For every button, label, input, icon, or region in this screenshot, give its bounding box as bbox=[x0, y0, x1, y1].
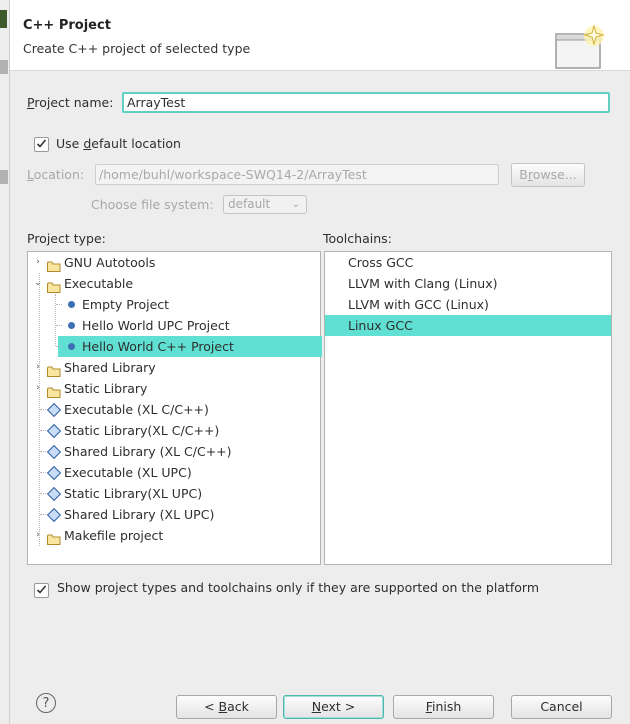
project-type-label: Project type: bbox=[27, 231, 106, 246]
project-type-item-label: Shared Library (XL C/C++) bbox=[64, 444, 232, 459]
toolchain-item[interactable]: LLVM with GCC (Linux) bbox=[325, 294, 611, 315]
project-type-item-label: Makefile project bbox=[64, 528, 164, 543]
project-type-item[interactable]: Empty Project bbox=[56, 294, 322, 315]
project-type-item-label: Shared Library bbox=[64, 360, 156, 375]
show-supported-checkbox[interactable] bbox=[34, 583, 49, 598]
project-template-icon bbox=[68, 322, 75, 329]
toolchain-item[interactable]: LLVM with Clang (Linux) bbox=[325, 273, 611, 294]
location-label: Location: bbox=[27, 167, 85, 182]
location-input[interactable]: /home/buhl/workspace-SWQ14-2/ArrayTest bbox=[95, 164, 499, 185]
project-type-item-label: Empty Project bbox=[82, 297, 170, 312]
project-type-item-label: Static Library bbox=[64, 381, 148, 396]
wizard-title: C++ Project bbox=[23, 18, 111, 33]
project-type-item-label: GNU Autotools bbox=[64, 255, 156, 270]
toolchains-label: Toolchains: bbox=[323, 231, 392, 246]
project-type-item[interactable]: Shared Library (XL C/C++) bbox=[28, 441, 320, 462]
tree-guide-line bbox=[56, 346, 62, 347]
cancel-button[interactable]: Cancel bbox=[511, 695, 612, 719]
browse-button[interactable]: Browse... bbox=[511, 163, 585, 187]
folder-icon bbox=[47, 530, 61, 551]
tree-guide-line bbox=[56, 304, 62, 305]
expand-down-icon[interactable]: ⌄ bbox=[34, 273, 42, 294]
use-default-location-checkbox[interactable] bbox=[34, 137, 49, 152]
toolchains-list[interactable]: Cross GCC LLVM with Clang (Linux) LLVM wit… bbox=[324, 251, 612, 565]
background-window-edge bbox=[0, 0, 10, 724]
new-project-wizard-icon bbox=[555, 24, 605, 69]
tree-guide-line bbox=[55, 294, 56, 346]
next-button[interactable]: Next > bbox=[283, 695, 384, 719]
checkmark-icon bbox=[36, 585, 47, 594]
project-type-item[interactable]: › GNU Autotools bbox=[28, 252, 320, 273]
toolchain-item[interactable]: Linux GCC bbox=[325, 315, 611, 336]
toolchain-item-label: Linux GCC bbox=[348, 318, 413, 333]
chevron-down-icon: ⌄ bbox=[291, 199, 300, 210]
tree-guide-line bbox=[56, 325, 62, 326]
xl-project-icon bbox=[46, 444, 62, 460]
project-type-item-label: Hello World UPC Project bbox=[82, 318, 230, 333]
project-type-item[interactable]: Shared Library (XL UPC) bbox=[28, 504, 320, 525]
project-type-item-label: Executable (XL C/C++) bbox=[64, 402, 209, 417]
project-type-item[interactable]: › Static Library bbox=[28, 378, 320, 399]
xl-project-icon bbox=[46, 402, 62, 418]
wizard-subtitle: Create C++ project of selected type bbox=[23, 41, 251, 56]
expand-right-icon[interactable]: › bbox=[34, 378, 42, 399]
toolchain-item[interactable]: Cross GCC bbox=[325, 252, 611, 273]
project-name-label: Project name: bbox=[27, 95, 114, 110]
help-icon[interactable]: ? bbox=[36, 693, 56, 713]
project-type-item[interactable]: Hello World C++ Project bbox=[56, 336, 322, 357]
project-type-item[interactable]: Static Library(XL C/C++) bbox=[28, 420, 320, 441]
file-system-select[interactable]: default ⌄ bbox=[223, 195, 307, 214]
file-system-value: default bbox=[228, 197, 271, 211]
project-type-item[interactable]: Executable (XL C/C++) bbox=[28, 399, 320, 420]
xl-project-icon bbox=[46, 465, 62, 481]
project-type-item-label: Hello World C++ Project bbox=[82, 339, 234, 354]
wizard-content: Project name: ArrayTest Use default loca… bbox=[10, 71, 630, 724]
project-type-item[interactable]: › Makefile project bbox=[28, 525, 320, 546]
expand-right-icon[interactable]: › bbox=[34, 357, 42, 378]
xl-project-icon bbox=[46, 507, 62, 523]
toolchain-item-label: LLVM with Clang (Linux) bbox=[348, 276, 498, 291]
expand-right-icon[interactable]: › bbox=[34, 525, 42, 546]
show-supported-label: Show project types and toolchains only i… bbox=[57, 580, 540, 595]
project-name-input[interactable]: ArrayTest bbox=[122, 92, 610, 113]
expand-right-icon[interactable]: › bbox=[34, 252, 42, 273]
xl-project-icon bbox=[46, 423, 62, 439]
wizard-header: C++ Project Create C++ project of select… bbox=[10, 4, 630, 71]
project-template-icon bbox=[68, 301, 75, 308]
file-system-label: Choose file system: bbox=[91, 197, 214, 212]
finish-button[interactable]: Finish bbox=[393, 695, 494, 719]
project-type-item-label: Shared Library (XL UPC) bbox=[64, 507, 215, 522]
use-default-location-label: Use default location bbox=[56, 136, 181, 151]
project-type-item-label: Static Library(XL UPC) bbox=[64, 486, 203, 501]
project-type-item-label: Executable bbox=[64, 276, 134, 291]
project-type-item[interactable]: Hello World UPC Project bbox=[56, 315, 322, 336]
project-template-icon bbox=[68, 343, 75, 350]
project-type-item-label: Static Library(XL C/C++) bbox=[64, 423, 220, 438]
project-type-item-label: Executable (XL UPC) bbox=[64, 465, 192, 480]
toolchain-item-label: LLVM with GCC (Linux) bbox=[348, 297, 489, 312]
xl-project-icon bbox=[46, 486, 62, 502]
toolchain-item-label: Cross GCC bbox=[348, 255, 414, 270]
project-type-tree[interactable]: › GNU Autotools ⌄ Executable Empty Project He… bbox=[27, 251, 322, 565]
checkmark-icon bbox=[36, 139, 47, 148]
project-type-item[interactable]: › Shared Library bbox=[28, 357, 320, 378]
project-type-item[interactable]: Executable (XL UPC) bbox=[28, 462, 320, 483]
project-type-item[interactable]: Static Library(XL UPC) bbox=[28, 483, 320, 504]
back-button[interactable]: < Back bbox=[176, 695, 277, 719]
project-type-item[interactable]: ⌄ Executable bbox=[28, 273, 320, 294]
